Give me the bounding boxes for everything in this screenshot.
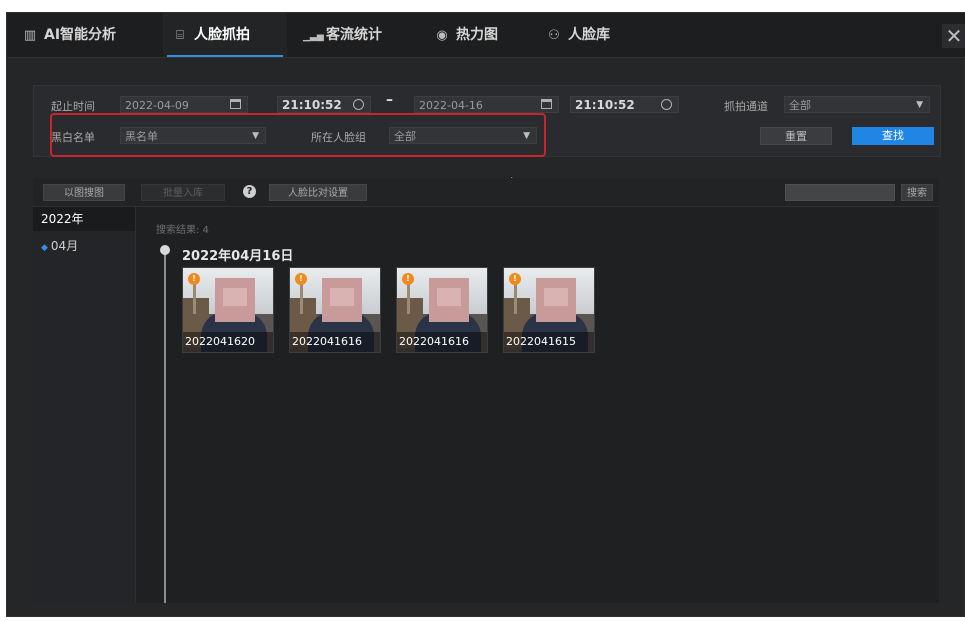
blurred-face-detail <box>223 288 247 306</box>
tab-label: 热力图 <box>456 27 498 43</box>
face-capture-window: ▥ AI智能分析 ⌸ 人脸抓拍 ▁▃▅ 客流统计 ◉ 热力图 ⚇ 人脸库 ✕ 起止时间 2… <box>6 12 965 617</box>
channel-label: 抓拍通道 <box>724 100 768 113</box>
clock-icon[interactable] <box>661 99 672 110</box>
search-button[interactable]: 搜索 <box>901 184 933 201</box>
annotation-highlight-box <box>50 113 546 157</box>
search-by-image-button[interactable]: 以图搜图 <box>43 184 125 201</box>
capture-timestamp: 2022041620 <box>183 332 273 352</box>
search-input[interactable] <box>785 184 895 201</box>
end-time-field[interactable]: 21:10:52 <box>570 96 679 113</box>
diamond-icon: ◆ <box>41 243 48 253</box>
blurred-face-detail <box>330 288 354 306</box>
blurred-face-detail <box>437 288 461 306</box>
capture-timestamp: 2022041616 <box>397 332 487 352</box>
start-time-value: 21:10:52 <box>282 98 342 112</box>
results-area: 2022年 ◆ 04月 搜索结果: 4 2022年04月16日 ! 2022041… <box>33 207 939 603</box>
top-tab-bar: ▥ AI智能分析 ⌸ 人脸抓拍 ▁▃▅ 客流统计 ◉ 热力图 ⚇ 人脸库 ✕ <box>7 13 965 58</box>
face-compare-settings-button[interactable]: 人脸比对设置 <box>269 184 367 201</box>
alert-badge-icon: ! <box>402 273 414 285</box>
batch-import-button[interactable]: 批量入库 <box>141 184 225 201</box>
alert-badge-icon: ! <box>188 273 200 285</box>
tab-label: 人脸库 <box>568 27 610 43</box>
tab-label: 人脸抓拍 <box>194 27 250 43</box>
ai-analysis-icon: ▥ <box>23 28 37 43</box>
close-icon[interactable]: ✕ <box>942 24 965 48</box>
start-date-field[interactable]: 2022-04-09 <box>120 96 248 113</box>
tab-label: 客流统计 <box>326 27 382 43</box>
capture-timestamp: 2022041616 <box>290 332 380 352</box>
alert-badge-icon: ! <box>509 273 521 285</box>
end-date-value: 2022-04-16 <box>419 99 483 112</box>
capture-thumbnail[interactable]: ! 2022041615 <box>503 267 595 353</box>
channel-select[interactable]: 全部 ▼ <box>784 96 930 113</box>
search-result-count: 搜索结果: 4 <box>156 225 209 236</box>
end-time-value: 21:10:52 <box>575 98 635 112</box>
face-library-icon: ⚇ <box>548 28 560 43</box>
end-date-field[interactable]: 2022-04-16 <box>414 96 559 113</box>
tab-heatmap[interactable]: ◉ 热力图 <box>433 13 498 57</box>
sidebar-item-year[interactable]: 2022年 <box>33 207 135 231</box>
range-separator: – <box>386 92 393 108</box>
tab-traffic-stats[interactable]: ▁▃▅ 客流统计 <box>303 13 382 57</box>
timeline-line <box>164 249 166 603</box>
help-icon[interactable]: ? <box>243 185 256 198</box>
tab-face-library[interactable]: ⚇ 人脸库 <box>545 13 610 57</box>
blurred-face-detail <box>544 288 568 306</box>
timeline-dot <box>160 245 170 255</box>
alert-badge-icon: ! <box>295 273 307 285</box>
time-range-label: 起止时间 <box>51 100 95 113</box>
results-toolbar: 以图搜图 批量入库 ? 人脸比对设置 搜索 <box>33 178 939 207</box>
tab-label: AI智能分析 <box>44 27 117 43</box>
capture-timestamp: 2022041615 <box>504 332 594 352</box>
face-capture-icon: ⌸ <box>176 28 184 43</box>
channel-value: 全部 <box>789 99 811 112</box>
heatmap-icon: ◉ <box>436 28 448 43</box>
calendar-icon[interactable] <box>230 99 241 109</box>
start-date-value: 2022-04-09 <box>125 99 189 112</box>
month-label: 04月 <box>50 239 79 253</box>
tab-face-capture[interactable]: ⌸ 人脸抓拍 <box>163 13 287 57</box>
find-button[interactable]: 查找 <box>852 127 934 145</box>
calendar-icon[interactable] <box>541 99 552 109</box>
sidebar-item-month[interactable]: ◆ 04月 <box>41 237 78 254</box>
capture-thumbnail[interactable]: ! 2022041620 <box>182 267 274 353</box>
start-time-field[interactable]: 21:10:52 <box>277 96 371 113</box>
capture-date: 2022年04月16日 <box>182 249 294 264</box>
active-tab-underline <box>167 55 283 57</box>
reset-button[interactable]: 重置 <box>760 127 832 145</box>
chevron-down-icon: ▼ <box>916 100 923 110</box>
capture-thumbnail[interactable]: ! 2022041616 <box>396 267 488 353</box>
date-sidebar: 2022年 ◆ 04月 <box>33 207 136 603</box>
bar-chart-icon: ▁▃▅ <box>303 32 324 42</box>
capture-thumbnail[interactable]: ! 2022041616 <box>289 267 381 353</box>
tab-ai-analysis[interactable]: ▥ AI智能分析 <box>21 13 116 57</box>
clock-icon[interactable] <box>353 99 364 110</box>
results-main: 搜索结果: 4 2022年04月16日 ! 2022041620 ! 20220… <box>136 207 939 603</box>
